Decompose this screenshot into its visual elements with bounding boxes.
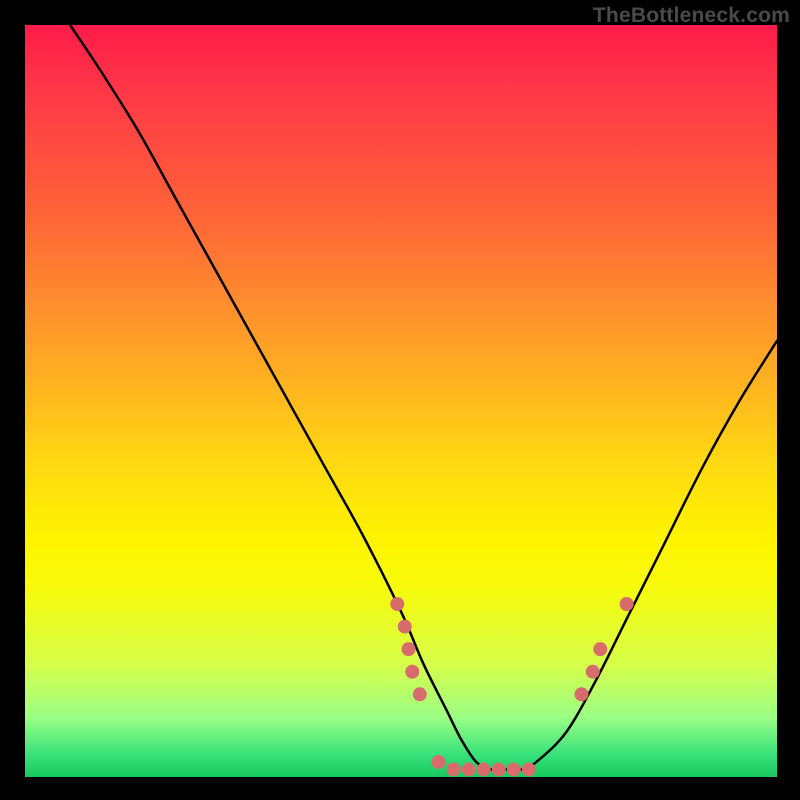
- watermark-text: TheBottleneck.com: [593, 4, 790, 28]
- curve-marker: [620, 597, 634, 611]
- curve-marker: [462, 762, 476, 776]
- curve-marker: [447, 762, 461, 776]
- chart-svg: [25, 25, 777, 777]
- curve-marker: [432, 755, 446, 769]
- curve-marker: [586, 665, 600, 679]
- curve-marker: [390, 597, 404, 611]
- curve-markers: [390, 597, 633, 776]
- curve-marker: [507, 762, 521, 776]
- curve-marker: [398, 620, 412, 634]
- curve-marker: [492, 762, 506, 776]
- bottleneck-curve-line: [70, 25, 777, 770]
- curve-marker: [593, 642, 607, 656]
- curve-marker: [413, 687, 427, 701]
- chart-plot-area: [25, 25, 777, 777]
- curve-marker: [477, 762, 491, 776]
- curve-marker: [574, 687, 588, 701]
- curve-marker: [405, 665, 419, 679]
- curve-marker: [402, 642, 416, 656]
- curve-marker: [522, 762, 536, 776]
